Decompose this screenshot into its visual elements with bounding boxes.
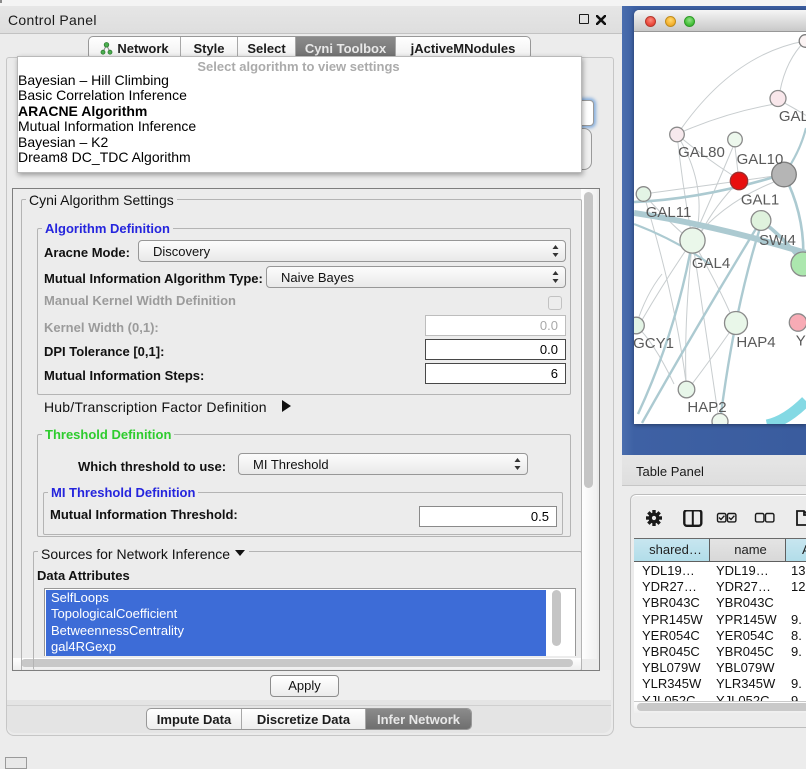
- svg-text:GAL4: GAL4: [692, 255, 730, 272]
- svg-text:GAL80: GAL80: [678, 144, 725, 161]
- svg-text:GCY1: GCY1: [634, 335, 674, 352]
- svg-text:GAL11: GAL11: [646, 204, 692, 221]
- svg-text:HAP4: HAP4: [736, 334, 775, 351]
- svg-text:SWI4: SWI4: [759, 232, 796, 249]
- svg-text:HAP2: HAP2: [687, 399, 726, 416]
- svg-text:GAL1: GAL1: [741, 191, 779, 208]
- svg-text:GAL10: GAL10: [737, 151, 784, 168]
- svg-text:YM: YM: [796, 332, 806, 349]
- svg-text:GAL2: GAL2: [779, 108, 806, 125]
